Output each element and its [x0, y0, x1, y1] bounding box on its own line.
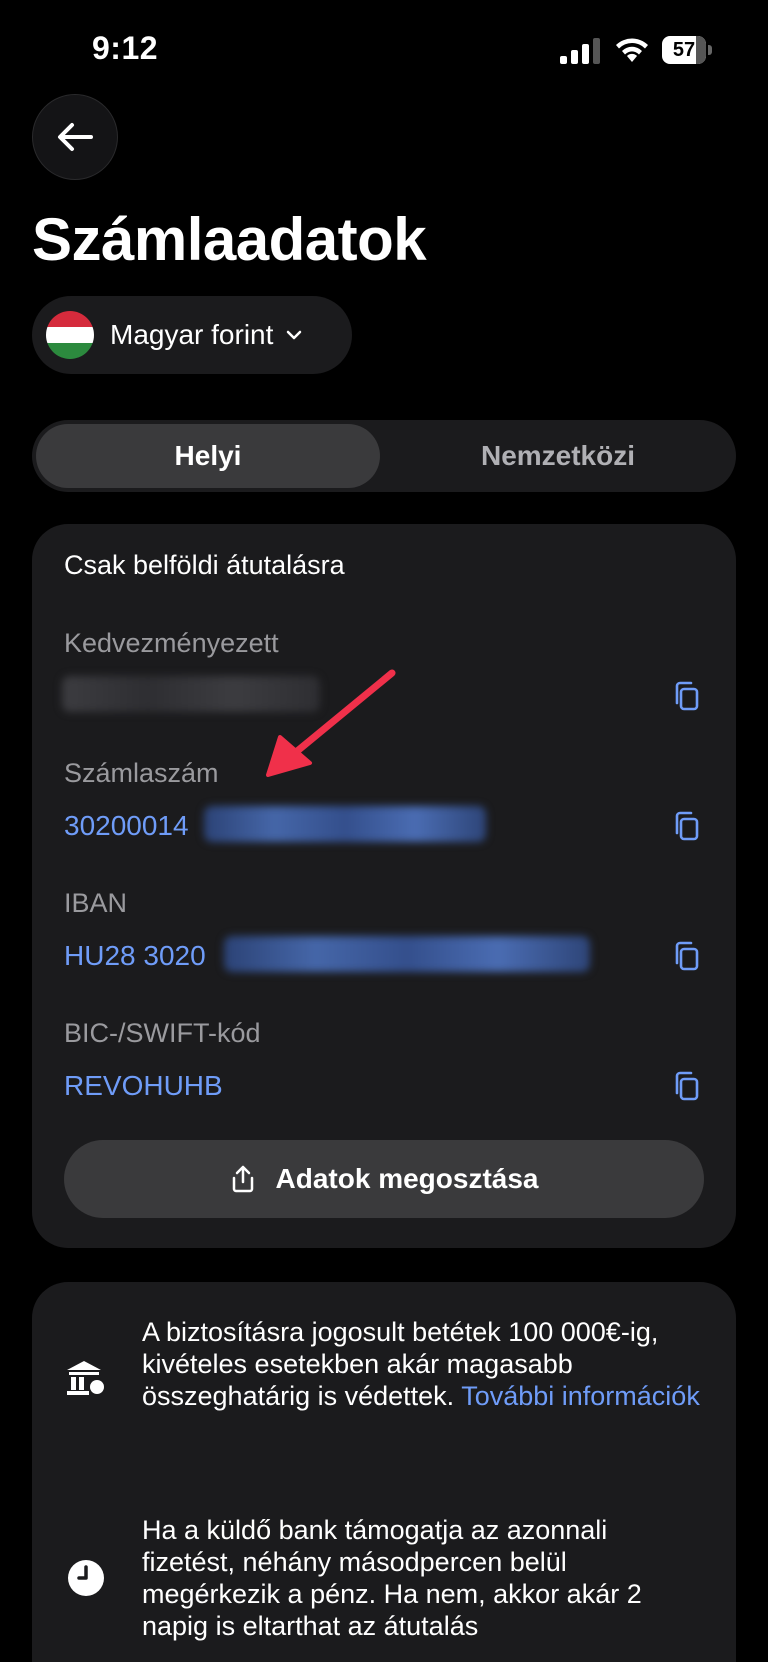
currency-label: Magyar forint [110, 319, 274, 350]
account-details-card: Csak belföldi átutalásra Kedvezményezett… [32, 524, 736, 1248]
battery-indicator: 57 [662, 36, 712, 64]
account-type-tabs: Helyi Nemzetközi [32, 420, 736, 492]
copy-iban-icon[interactable] [672, 940, 700, 972]
status-time: 9:12 [92, 30, 159, 66]
page-title: Számlaadatok [32, 206, 427, 273]
bic-value[interactable]: REVOHUHB [64, 1070, 223, 1102]
share-icon [232, 1165, 253, 1193]
tab-international[interactable]: Nemzetközi [384, 424, 732, 488]
iban-redacted [224, 936, 590, 972]
status-bar: 9:12 57 [0, 0, 768, 100]
transfer-time-info: Ha a küldő bank támogatja az azonnali fi… [142, 1515, 642, 1641]
iban-label: IBAN [64, 888, 128, 918]
clock-icon [68, 1560, 104, 1596]
wifi-icon [616, 38, 648, 62]
hungary-flag-icon [46, 311, 94, 359]
account-number-label: Számlaszám [64, 758, 219, 788]
copy-beneficiary-icon[interactable] [672, 680, 700, 712]
tab-local[interactable]: Helyi [36, 424, 380, 488]
info-card: A biztosításra jogosult betétek 100 000€… [32, 1282, 736, 1662]
battery-level: 57 [672, 38, 696, 61]
account-number-value[interactable]: 30200014 [64, 810, 189, 842]
beneficiary-value-redacted [62, 676, 320, 712]
share-details-button[interactable]: Adatok megosztása [64, 1140, 704, 1218]
account-number-redacted [204, 806, 486, 842]
cellular-signal-icon [560, 38, 600, 64]
currency-selector[interactable]: Magyar forint [32, 296, 352, 374]
more-info-link[interactable]: További információk [461, 1381, 700, 1411]
share-button-label: Adatok megosztása [275, 1163, 539, 1194]
copy-account-number-icon[interactable] [672, 810, 700, 842]
back-arrow-icon [58, 123, 93, 151]
iban-value[interactable]: HU28 3020 [64, 940, 206, 972]
deposit-info: A biztosításra jogosult betétek 100 000€… [142, 1316, 702, 1412]
chevron-down-icon [287, 330, 302, 340]
bic-label: BIC-/SWIFT-kód [64, 1018, 261, 1048]
back-button[interactable] [32, 94, 118, 180]
bank-shield-icon [67, 1361, 106, 1396]
card-heading: Csak belföldi átutalásra [64, 550, 345, 580]
copy-bic-icon[interactable] [672, 1070, 700, 1102]
beneficiary-label: Kedvezményezett [64, 628, 279, 658]
